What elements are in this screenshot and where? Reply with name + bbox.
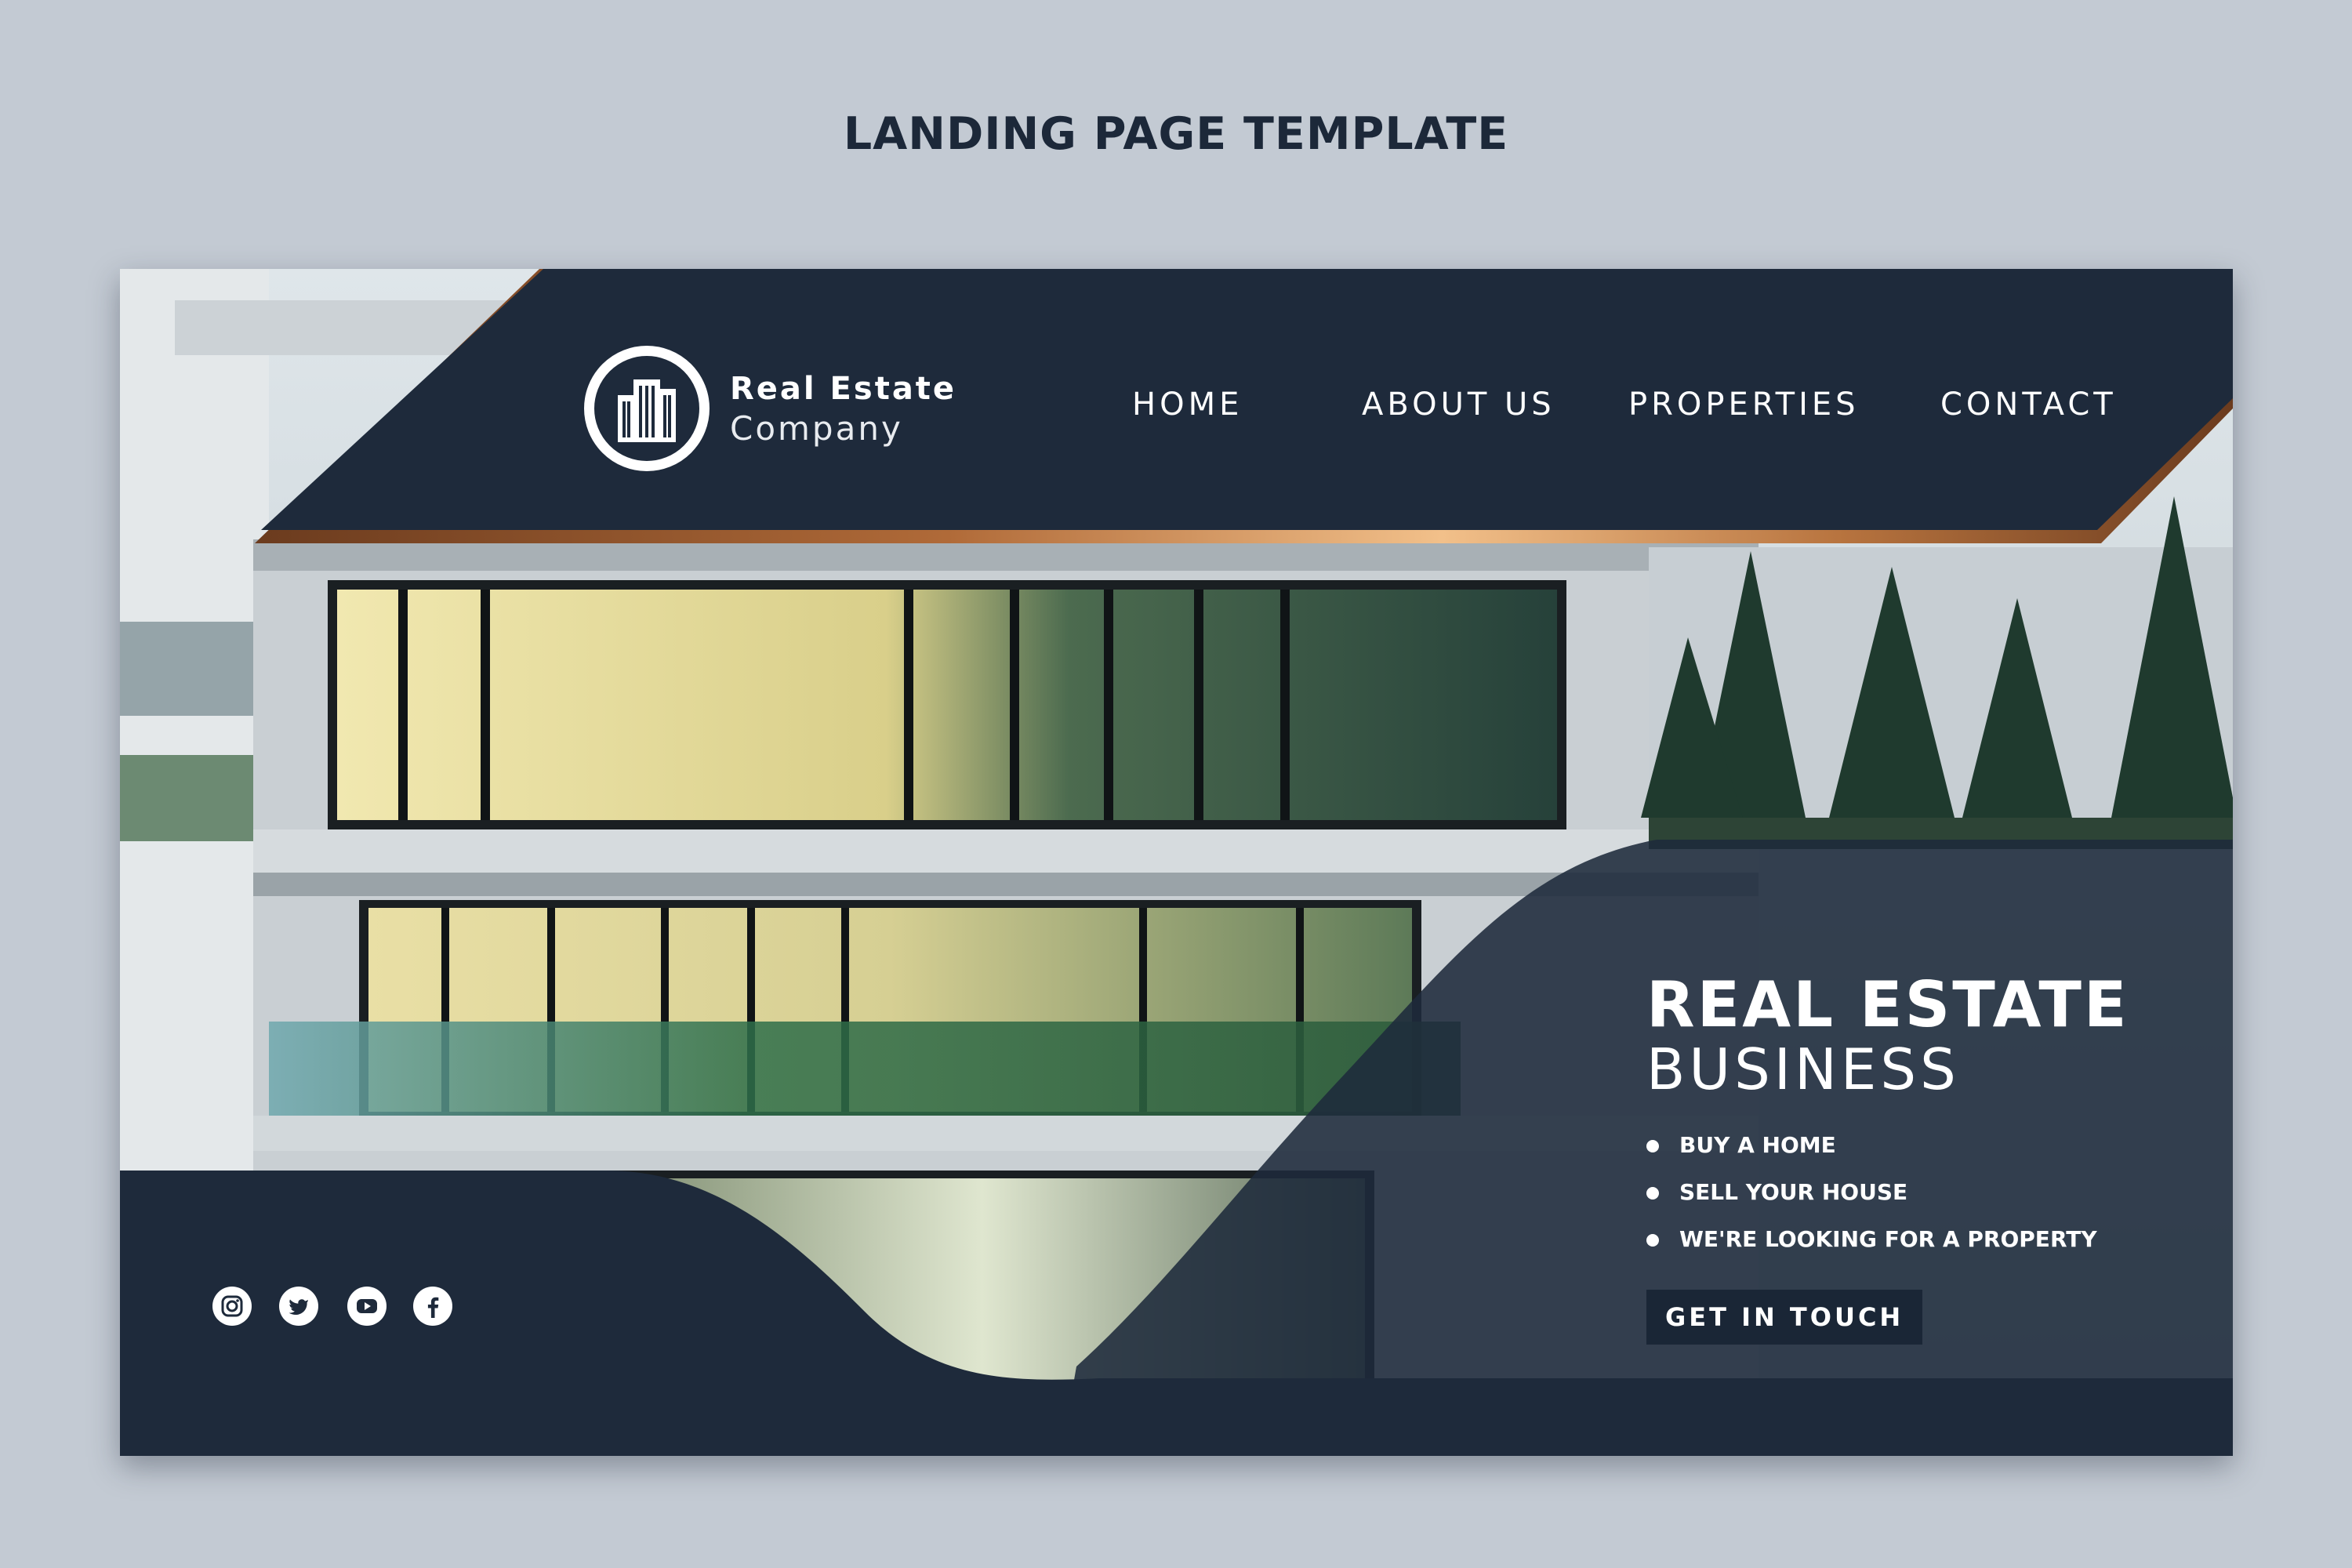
building-icon bbox=[584, 346, 710, 471]
bullet-text: SELL YOUR HOUSE bbox=[1679, 1179, 1908, 1205]
facebook-icon[interactable] bbox=[413, 1287, 452, 1326]
list-item: BUY A HOME bbox=[1646, 1122, 2129, 1169]
page-title: LANDING PAGE TEMPLATE bbox=[843, 108, 1509, 160]
hero-bullet-list: BUY A HOME SELL YOUR HOUSE WE'RE LOOKING… bbox=[1646, 1122, 2129, 1263]
bullet-dot-icon bbox=[1646, 1234, 1659, 1247]
bullet-dot-icon bbox=[1646, 1140, 1659, 1152]
bullet-text: BUY A HOME bbox=[1679, 1132, 1836, 1158]
hero-content: REAL ESTATE BUSINESS BUY A HOME SELL YOU… bbox=[1646, 971, 2129, 1345]
landing-page-card: Real Estate Company HOME ABOUT US PROPER… bbox=[120, 269, 2233, 1456]
logo-subtitle: Company bbox=[730, 409, 903, 448]
list-item: SELL YOUR HOUSE bbox=[1646, 1169, 2129, 1216]
nav-home[interactable]: HOME bbox=[1132, 387, 1243, 423]
instagram-icon[interactable] bbox=[212, 1287, 252, 1326]
bullet-text: WE'RE LOOKING FOR A PROPERTY bbox=[1679, 1226, 2097, 1252]
get-in-touch-button[interactable]: GET IN TOUCH bbox=[1646, 1290, 1923, 1345]
list-item: WE'RE LOOKING FOR A PROPERTY bbox=[1646, 1216, 2129, 1263]
hero-title: REAL ESTATE bbox=[1646, 968, 2129, 1041]
youtube-icon[interactable] bbox=[347, 1287, 387, 1326]
nav-about-us[interactable]: ABOUT US bbox=[1362, 387, 1555, 423]
twitter-icon[interactable] bbox=[279, 1287, 318, 1326]
hero-subtitle: BUSINESS bbox=[1646, 1036, 1960, 1102]
nav-properties[interactable]: PROPERTIES bbox=[1628, 387, 1860, 423]
logo-title: Real Estate bbox=[730, 371, 957, 407]
nav-contact[interactable]: CONTACT bbox=[1940, 387, 2117, 423]
company-logo[interactable]: Real Estate Company bbox=[584, 346, 956, 471]
bullet-dot-icon bbox=[1646, 1187, 1659, 1200]
